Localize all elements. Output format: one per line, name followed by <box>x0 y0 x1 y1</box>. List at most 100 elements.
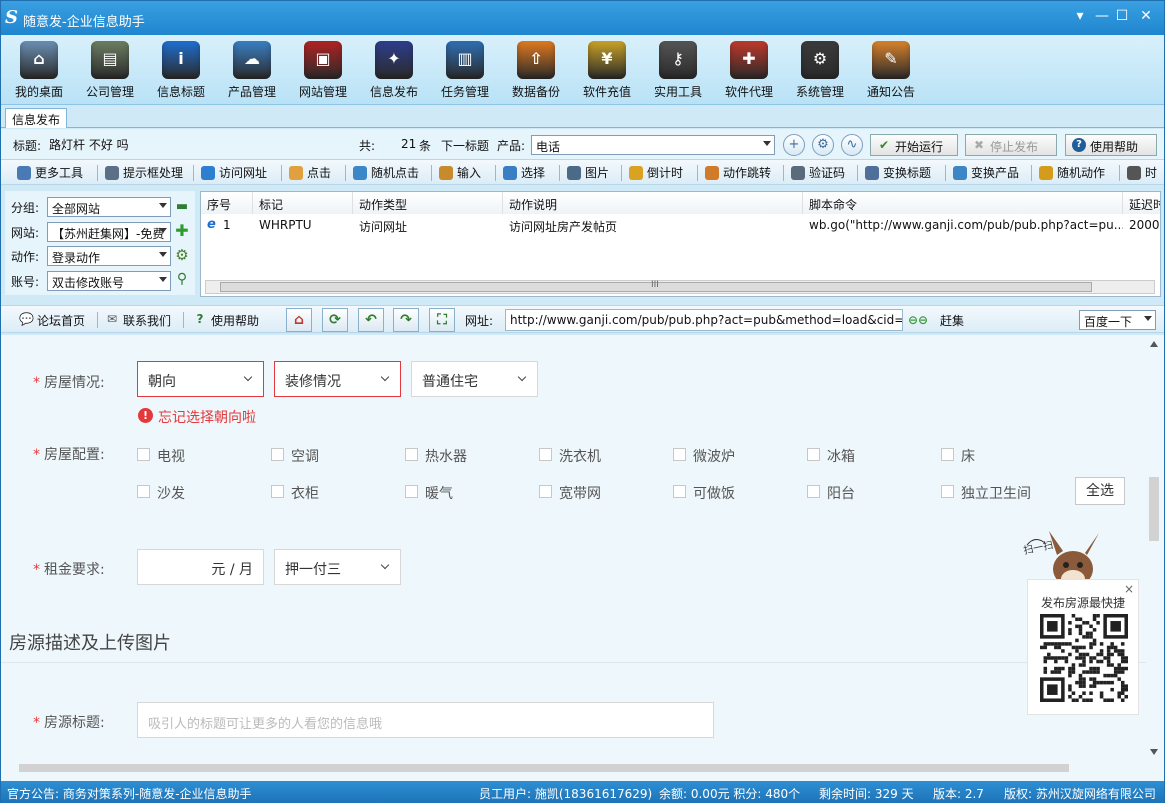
action-6[interactable]: 选择 <box>503 164 545 182</box>
back-button[interactable]: ↶ <box>358 308 384 332</box>
amenity-checkbox[interactable]: 热水器 <box>405 446 467 466</box>
action-10[interactable]: 验证码 <box>791 164 845 182</box>
action-13[interactable]: 随机动作 <box>1039 164 1105 182</box>
amenity-checkbox[interactable]: 电视 <box>137 446 185 466</box>
product-select[interactable]: 电话 <box>531 135 775 155</box>
scrollbar-thumb[interactable]: III <box>220 280 1092 292</box>
toolbar-item-1[interactable]: ▤ 公司管理 <box>75 39 145 103</box>
grid-header[interactable]: 延迟时 <box>1123 192 1160 214</box>
web-view[interactable]: * 房屋情况: 朝向 装修情况 普通住宅 ! 忘记选择朝向啦 * 房屋配置: 电视 空… <box>1 335 1164 781</box>
scroll-up-icon[interactable] <box>1150 341 1158 347</box>
amenity-checkbox[interactable]: 宽带网 <box>539 483 601 503</box>
amenity-checkbox[interactable]: 洗衣机 <box>539 446 601 466</box>
grid-header[interactable]: 动作类型 <box>353 192 503 214</box>
action-14[interactable]: 时 <box>1127 164 1157 182</box>
site-name-field[interactable]: 赶集 <box>936 309 1076 331</box>
contact-link[interactable]: ✉ 联系我们 <box>105 312 171 329</box>
next-title-link[interactable]: 下一标题 <box>441 137 489 154</box>
amenity-checkbox[interactable]: 暖气 <box>405 483 453 503</box>
menu-dropdown-button[interactable]: ▾ <box>1069 7 1091 25</box>
toolbar-item-5[interactable]: ✦ 信息发布 <box>359 39 429 103</box>
rent-input[interactable]: 元 / 月 <box>137 549 264 585</box>
scroll-down-icon[interactable] <box>1150 749 1158 755</box>
action-3[interactable]: 点击 <box>289 164 331 182</box>
house-title-input[interactable]: 吸引人的标题可让更多的人看您的信息哦 <box>137 702 714 738</box>
action-4[interactable]: 随机点击 <box>353 164 419 182</box>
select-all-button[interactable]: 全选 <box>1075 477 1125 505</box>
fullscreen-button[interactable]: ⛶ <box>429 308 455 332</box>
help-button[interactable]: ? 使用帮助 <box>1065 134 1157 156</box>
forward-button[interactable]: ↷ <box>393 308 419 332</box>
toolbar-item-0[interactable]: ⌂ 我的桌面 <box>4 39 74 103</box>
toolbar-item-9[interactable]: ⚷ 实用工具 <box>643 39 713 103</box>
refresh-button[interactable]: ⟳ <box>322 308 348 332</box>
action-7[interactable]: 图片 <box>567 164 609 182</box>
action-2[interactable]: 访问网址 <box>201 164 267 182</box>
amenity-checkbox[interactable]: 独立卫生间 <box>941 483 1031 503</box>
search-engine-select[interactable]: 百度一下 <box>1079 310 1156 330</box>
toolbar-item-7[interactable]: ⇧ 数据备份 <box>501 39 571 103</box>
web-vertical-scrollbar[interactable] <box>1146 335 1162 761</box>
toolbar-item-4[interactable]: ▣ 网站管理 <box>288 39 358 103</box>
action-select[interactable]: 登录动作 <box>47 246 171 266</box>
action-8[interactable]: 倒计时 <box>629 164 683 182</box>
action-9[interactable]: 动作跳转 <box>705 164 771 182</box>
toolbar-item-6[interactable]: ▥ 任务管理 <box>430 39 500 103</box>
amenity-checkbox[interactable]: 衣柜 <box>271 483 319 503</box>
grid-header[interactable]: 脚本命令 <box>803 192 1123 214</box>
action-grid[interactable]: III 序号标记动作类型动作说明脚本命令延迟时 e1 WHRPTU 访问网址 访问网址房… <box>200 191 1161 297</box>
maximize-button[interactable]: ☐ <box>1111 7 1133 25</box>
title-field[interactable]: 路灯杆 不好 吗 <box>45 133 353 155</box>
amenity-checkbox[interactable]: 可做饭 <box>673 483 735 503</box>
toolbar-glyph: ⚷ <box>672 49 684 68</box>
web-horizontal-scrollbar[interactable] <box>3 761 1147 775</box>
scrollbar-thumb[interactable] <box>1149 477 1159 541</box>
housing-type-select[interactable]: 普通住宅 <box>411 361 538 397</box>
amenity-checkbox[interactable]: 阳台 <box>807 483 855 503</box>
home-button[interactable]: ⌂ <box>286 308 312 332</box>
gear-icon[interactable]: ⚙ <box>175 248 189 263</box>
amenity-checkbox[interactable]: 床 <box>941 446 975 466</box>
grid-horizontal-scrollbar[interactable]: III <box>205 280 1155 294</box>
action-0[interactable]: 更多工具 <box>17 164 83 182</box>
forum-home-link[interactable]: 💬 论坛首页 <box>19 312 85 329</box>
toolbar-item-11[interactable]: ⚙ 系统管理 <box>785 39 855 103</box>
account-select[interactable]: 双击修改账号 <box>47 271 171 291</box>
action-11[interactable]: 变换标题 <box>865 164 931 182</box>
toolbar-item-2[interactable]: i 信息标题 <box>146 39 216 103</box>
orientation-select[interactable]: 朝向 <box>137 361 264 397</box>
minimize-button[interactable]: — <box>1091 7 1113 25</box>
action-label: 随机动作 <box>1057 166 1106 180</box>
url-input[interactable]: http://www.ganji.com/pub/pub.php?act=pub… <box>505 309 903 331</box>
add-site-icon[interactable]: ✚ <box>175 223 189 239</box>
amenity-checkbox[interactable]: 沙发 <box>137 483 185 503</box>
search-icon[interactable]: ⚲ <box>175 272 189 286</box>
scrollbar-thumb[interactable] <box>19 764 1069 772</box>
browser-help-link[interactable]: ? 使用帮助 <box>193 312 260 329</box>
toolbar-item-10[interactable]: ✚ 软件代理 <box>714 39 784 103</box>
tab-info-publish[interactable]: 信息发布 <box>5 108 68 128</box>
site-select[interactable]: 【苏州赶集网】-免费 <box>47 222 171 242</box>
toolbar-item-8[interactable]: ¥ 软件充值 <box>572 39 642 103</box>
amenity-checkbox[interactable]: 空调 <box>271 446 319 466</box>
grid-header[interactable]: 动作说明 <box>503 192 803 214</box>
action-5[interactable]: 输入 <box>439 164 481 182</box>
stats-button[interactable]: ∿ <box>841 134 863 156</box>
decoration-select[interactable]: 装修情况 <box>274 361 401 397</box>
folder-icon[interactable]: ▬ <box>175 200 189 214</box>
close-button[interactable]: ✕ <box>1135 7 1157 25</box>
start-run-button[interactable]: ✔ 开始运行 <box>870 134 958 156</box>
settings-button[interactable]: ⚙ <box>812 134 834 156</box>
add-product-button[interactable]: + <box>783 134 805 156</box>
toolbar-item-3[interactable]: ☁ 产品管理 <box>217 39 287 103</box>
action-12[interactable]: 变换产品 <box>953 164 1019 182</box>
amenity-checkbox[interactable]: 冰箱 <box>807 446 855 466</box>
grid-header[interactable]: 序号 <box>201 192 253 214</box>
grid-header[interactable]: 标记 <box>253 192 353 214</box>
action-1[interactable]: 提示框处理 <box>105 164 183 182</box>
toolbar-item-12[interactable]: ✎ 通知公告 <box>856 39 926 103</box>
stop-publish-button[interactable]: ✖ 停止发布 <box>965 134 1057 156</box>
payment-select[interactable]: 押一付三 <box>274 549 401 585</box>
group-select[interactable]: 全部网站 <box>47 197 171 217</box>
amenity-checkbox[interactable]: 微波炉 <box>673 446 735 466</box>
